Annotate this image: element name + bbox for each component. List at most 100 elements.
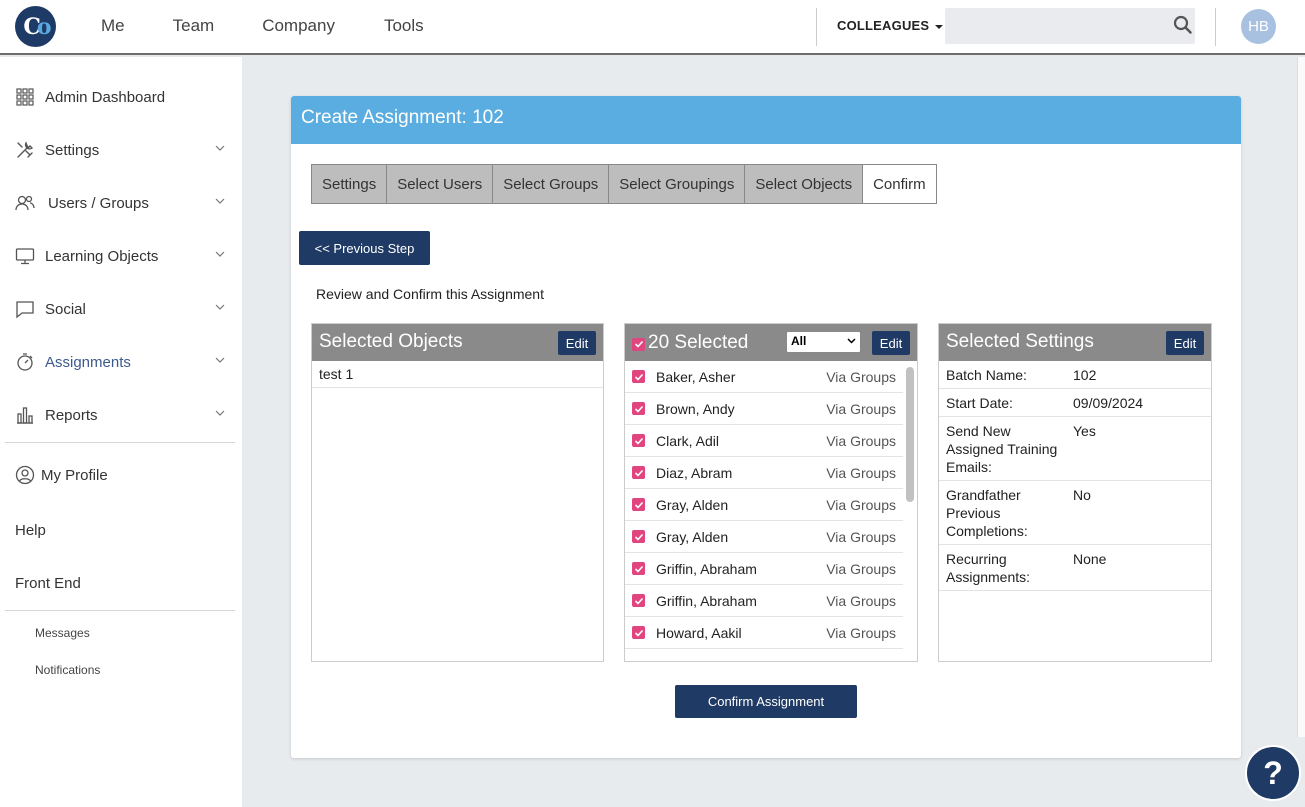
sidebar-item-learning-objects[interactable]: Learning Objects	[15, 245, 225, 267]
chevron-down-icon	[215, 357, 225, 363]
sidebar-item-front-end[interactable]: Front End	[15, 572, 225, 594]
user-list: Baker, Asher Via Groups Brown, Andy Via …	[625, 361, 903, 649]
list-item: test 1	[312, 361, 603, 388]
user-checkbox[interactable]	[632, 370, 645, 383]
edit-settings-button[interactable]: Edit	[1166, 331, 1204, 355]
sidebar-item-label: My Profile	[41, 466, 108, 484]
nav-me[interactable]: Me	[101, 16, 125, 36]
chat-icon	[15, 299, 35, 319]
setting-value: 09/09/2024	[1073, 395, 1144, 411]
chevron-down-icon	[215, 251, 225, 257]
previous-step-button[interactable]: << Previous Step	[299, 231, 430, 265]
setting-value: No	[1073, 487, 1091, 503]
sidebar-item-social[interactable]: Social	[15, 298, 225, 320]
tab-select-objects[interactable]: Select Objects	[745, 165, 864, 203]
user-checkbox[interactable]	[632, 498, 645, 511]
user-checkbox[interactable]	[632, 562, 645, 575]
user-source: Via Groups	[826, 400, 896, 417]
edit-users-button[interactable]: Edit	[872, 331, 910, 355]
sidebar-item-settings[interactable]: Settings	[15, 139, 225, 161]
user-filter-select[interactable]: All	[786, 331, 861, 353]
colleagues-label: COLLEAGUES	[837, 18, 930, 33]
tab-settings[interactable]: Settings	[312, 165, 388, 203]
user-source: Via Groups	[826, 528, 896, 545]
user-checkbox[interactable]	[632, 626, 645, 639]
setting-row: Start Date: 09/09/2024	[939, 389, 1211, 417]
divider	[816, 8, 817, 46]
top-bar: Co Me Team Company Tools COLLEAGUES HB	[0, 0, 1305, 55]
select-all-checkbox[interactable]	[632, 337, 645, 351]
sidebar-item-reports[interactable]: Reports	[15, 404, 225, 426]
nav-team[interactable]: Team	[173, 16, 215, 36]
chevron-down-icon	[215, 145, 225, 151]
edit-objects-button[interactable]: Edit	[558, 331, 596, 355]
tab-select-users[interactable]: Select Users	[387, 165, 494, 203]
user-checkbox[interactable]	[632, 402, 645, 415]
user-name: Griffin, Abraham	[656, 560, 757, 577]
setting-value: Yes	[1073, 423, 1096, 439]
users-icon	[15, 193, 35, 213]
user-checkbox[interactable]	[632, 594, 645, 607]
sidebar-item-label: Reports	[45, 406, 98, 424]
avatar[interactable]: HB	[1241, 9, 1276, 44]
table-row: Gray, Alden Via Groups	[625, 489, 903, 521]
user-list-scrollbar[interactable]	[906, 367, 914, 502]
user-name: Gray, Alden	[656, 496, 729, 513]
tools-icon	[15, 140, 35, 160]
table-row: Griffin, Abraham Via Groups	[625, 585, 903, 617]
sidebar: Admin Dashboard Settings Users / Groups …	[0, 57, 242, 807]
sidebar-item-label: Front End	[15, 574, 81, 592]
setting-key: Batch Name:	[946, 367, 1027, 383]
page-scrollbar[interactable]	[1297, 57, 1305, 737]
sidebar-link-messages[interactable]: Messages	[35, 626, 90, 640]
setting-row: Batch Name: 102	[939, 361, 1211, 389]
sidebar-item-assignments[interactable]: Assignments	[15, 351, 225, 373]
selected-settings-box: Selected Settings Edit Batch Name: 102 S…	[938, 323, 1212, 662]
review-text: Review and Confirm this Assignment	[316, 286, 544, 302]
user-checkbox[interactable]	[632, 434, 645, 447]
caret-down-icon	[935, 24, 944, 29]
logo[interactable]: Co	[15, 6, 56, 47]
divider	[1215, 8, 1216, 46]
sidebar-link-notifications[interactable]: Notifications	[35, 663, 100, 677]
grid-icon	[15, 87, 35, 107]
user-name: Baker, Asher	[656, 368, 736, 385]
tab-select-groups[interactable]: Select Groups	[493, 165, 610, 203]
nav-tools[interactable]: Tools	[384, 16, 424, 36]
selected-users-header: 20 Selected All Edit	[625, 324, 917, 361]
user-source: Via Groups	[826, 496, 896, 513]
chevron-down-icon	[215, 410, 225, 416]
table-row: Howard, Aakil Via Groups	[625, 617, 903, 649]
setting-key: Start Date:	[946, 395, 1013, 411]
user-source: Via Groups	[826, 624, 896, 641]
user-filter-value: All	[791, 334, 807, 348]
selected-objects-header: Selected Objects Edit	[312, 324, 603, 361]
tab-select-groupings[interactable]: Select Groupings	[609, 165, 746, 203]
chevron-down-icon	[215, 198, 225, 204]
user-checkbox[interactable]	[632, 466, 645, 479]
colleagues-dropdown[interactable]: COLLEAGUES	[837, 18, 944, 33]
help-button[interactable]: ?	[1245, 745, 1301, 801]
sidebar-item-label: Settings	[45, 141, 100, 159]
search-input[interactable]	[945, 8, 1195, 44]
tab-confirm[interactable]: Confirm	[863, 165, 936, 203]
search-icon[interactable]	[1173, 15, 1193, 35]
stopwatch-icon	[15, 352, 35, 372]
sidebar-item-help[interactable]: Help	[15, 519, 225, 541]
user-name: Howard, Aakil	[656, 624, 742, 641]
page-title: Create Assignment: 102	[291, 96, 1241, 144]
setting-key: Send New Assigned Training Emails:	[946, 423, 1058, 475]
user-checkbox[interactable]	[632, 530, 645, 543]
nav-company[interactable]: Company	[262, 16, 335, 36]
sidebar-item-my-profile[interactable]: My Profile	[15, 464, 225, 486]
table-row: Brown, Andy Via Groups	[625, 393, 903, 425]
sidebar-item-admin-dashboard[interactable]: Admin Dashboard	[15, 86, 225, 108]
sidebar-item-users-groups[interactable]: Users / Groups	[15, 192, 225, 214]
selected-objects-title: Selected Objects	[319, 331, 463, 352]
user-source: Via Groups	[826, 464, 896, 481]
chevron-down-icon	[847, 338, 856, 344]
selected-count: 20 Selected	[648, 331, 749, 353]
user-name: Griffin, Abraham	[656, 592, 757, 609]
user-name: Diaz, Abram	[656, 464, 733, 481]
confirm-assignment-button[interactable]: Confirm Assignment	[675, 685, 857, 718]
